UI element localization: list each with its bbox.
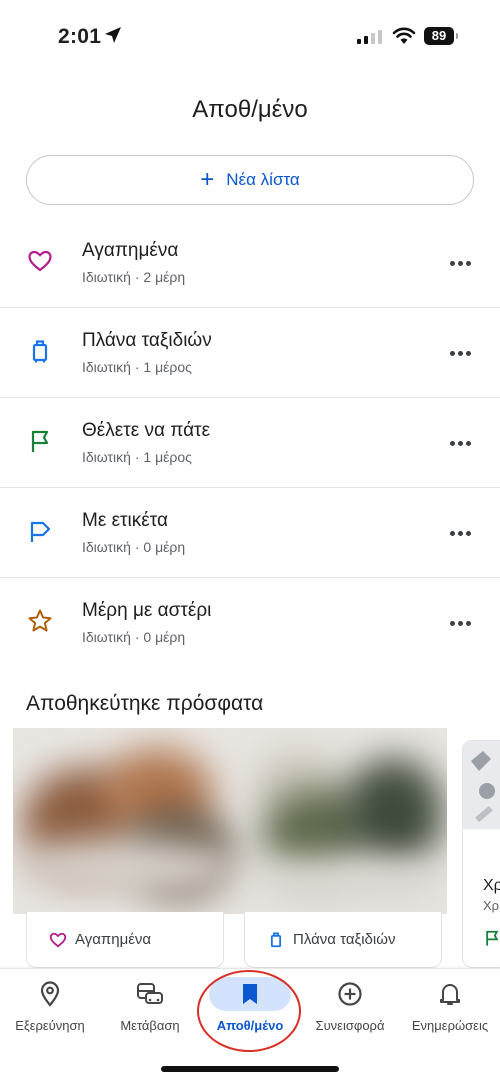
nav-updates[interactable]: Ενημερώσεις xyxy=(400,969,500,1049)
status-time: 2:01 xyxy=(58,25,102,48)
flag-icon xyxy=(31,430,49,452)
side-card-title: Χρ xyxy=(483,877,500,894)
recent-card-list-chip[interactable]: Αγαπημένα xyxy=(26,912,224,968)
heart-icon xyxy=(49,932,67,947)
list-item-starred[interactable]: Μέρη με αστέρι Ιδιωτική · 0 μέρη xyxy=(0,578,500,668)
commute-icon xyxy=(135,979,165,1009)
list-title: Θέλετε να πάτε xyxy=(82,420,211,441)
heart-icon xyxy=(28,250,52,272)
more-options-button[interactable] xyxy=(446,521,474,545)
cellular-signal-icon xyxy=(357,30,382,44)
chip-label: Αγαπημένα xyxy=(75,931,152,948)
more-options-button[interactable] xyxy=(446,431,474,455)
nav-contribute[interactable]: Συνεισφορά xyxy=(300,969,400,1049)
wifi-icon xyxy=(392,27,416,44)
plus-icon: + xyxy=(200,166,215,193)
nav-saved[interactable]: Αποθ/μένο xyxy=(200,969,300,1049)
battery-indicator: 89 xyxy=(424,27,458,45)
new-list-label: Νέα λίστα xyxy=(226,170,300,189)
home-indicator[interactable] xyxy=(161,1066,339,1072)
side-card-subtitle: Χρ xyxy=(483,898,500,913)
list-title: Μέρη με αστέρι xyxy=(82,600,212,621)
list-title: Αγαπημένα xyxy=(82,240,179,261)
list-subtitle: Ιδιωτική · 1 μέρος xyxy=(82,359,192,375)
more-options-button[interactable] xyxy=(446,611,474,635)
bell-icon xyxy=(435,979,465,1009)
flag-icon xyxy=(486,930,499,946)
list-title: Πλάνα ταξιδιών xyxy=(82,330,212,351)
nav-explore[interactable]: Εξερεύνηση xyxy=(0,969,100,1049)
list-item-labeled[interactable]: Με ετικέτα Ιδιωτική · 0 μέρη xyxy=(0,488,500,578)
list-title: Με ετικέτα xyxy=(82,510,168,531)
status-bar: 2:01 89 xyxy=(0,0,500,72)
recent-section-title: Αποθηκεύτηκε πρόσφατα xyxy=(26,692,264,715)
list-item-travel-plans[interactable]: Πλάνα ταξιδιών Ιδιωτική · 1 μέρος xyxy=(0,308,500,398)
recent-card-list-chip[interactable]: Πλάνα ταξιδιών xyxy=(244,912,442,968)
saved-lists: Αγαπημένα Ιδιωτική · 2 μέρη Πλάνα ταξιδι… xyxy=(0,218,500,668)
label-flag-icon xyxy=(30,521,51,542)
new-list-button[interactable]: + Νέα λίστα xyxy=(26,155,474,205)
location-pin-icon xyxy=(35,979,65,1009)
luggage-icon xyxy=(270,932,282,947)
page-title: Αποθ/μένο xyxy=(192,96,308,123)
more-options-button[interactable] xyxy=(446,341,474,365)
location-arrow-icon xyxy=(105,27,121,43)
side-card-image xyxy=(463,741,500,829)
add-circle-icon xyxy=(335,979,365,1009)
more-options-button[interactable] xyxy=(446,251,474,275)
list-subtitle: Ιδιωτική · 0 μέρη xyxy=(82,539,186,555)
list-subtitle: Ιδιωτική · 2 μέρη xyxy=(82,269,186,285)
list-item-favorites[interactable]: Αγαπημένα Ιδιωτική · 2 μέρη xyxy=(0,218,500,308)
recent-side-card[interactable]: Χρ Χρ xyxy=(462,740,500,968)
bookmark-icon xyxy=(235,979,265,1009)
nav-label: Ενημερώσεις xyxy=(411,1018,489,1033)
chip-label: Πλάνα ταξιδιών xyxy=(293,931,396,948)
recent-place-photo[interactable] xyxy=(13,728,447,914)
star-icon xyxy=(28,609,52,632)
list-subtitle: Ιδιωτική · 1 μέρος xyxy=(82,449,192,465)
luggage-icon xyxy=(32,340,48,363)
list-subtitle: Ιδιωτική · 0 μέρη xyxy=(82,629,186,645)
list-item-want-to-go[interactable]: Θέλετε να πάτε Ιδιωτική · 1 μέρος xyxy=(0,398,500,488)
nav-go[interactable]: Μετάβαση xyxy=(100,969,200,1049)
